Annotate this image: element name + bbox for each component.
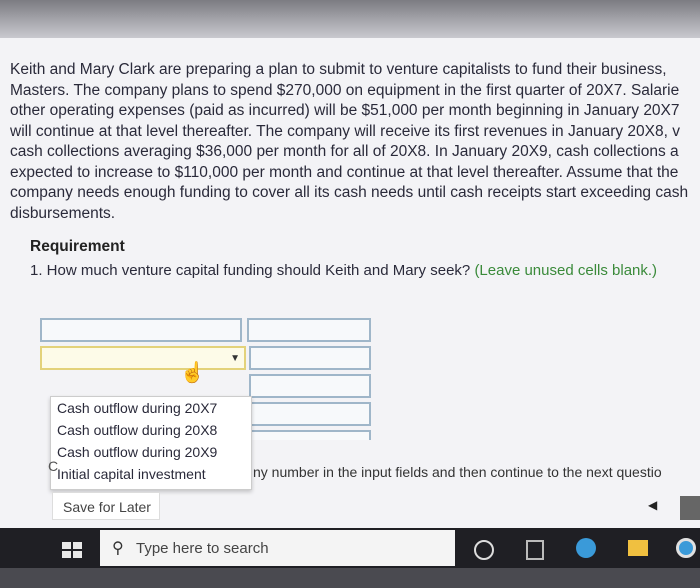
problem-line: other operating expenses (paid as incurr… [10,102,680,119]
dropdown-option[interactable]: Initial capital investment [51,463,251,485]
instruction-text: ny number in the input fields and then c… [253,464,662,480]
partial-letter: C [48,458,59,474]
next-button[interactable] [680,496,700,520]
problem-line: disbursements. [10,204,116,222]
edge-browser-icon[interactable] [576,538,596,558]
search-icon: ⚲ [112,540,124,557]
cortana-icon[interactable] [474,540,494,560]
dropdown-option[interactable]: Cash outflow during 20X7 [51,397,251,419]
requirement-question: 1. How much venture capital funding shou… [30,262,657,279]
problem-line: expected to increase to $110,000 per mon… [10,163,679,181]
row3-amount-input[interactable] [249,402,371,426]
row2-amount-input[interactable] [249,374,371,398]
save-for-later-button[interactable]: Save for Later [52,492,160,520]
question-hint: (Leave unused cells blank.) [474,262,658,279]
problem-line: Masters. The company plans to spend $270… [10,81,680,99]
chevron-down-icon[interactable]: ▼ [230,353,240,364]
window-top-edge [0,0,700,38]
hand-cursor-icon: ☝ [180,362,205,384]
task-view-icon[interactable] [526,540,544,560]
row-label-select[interactable]: ▼ [40,346,246,370]
file-explorer-icon[interactable] [628,540,648,556]
requirement-title: Requirement [30,238,125,255]
problem-line: company needs enough funding to cover al… [10,184,689,201]
dropdown-option[interactable]: Cash outflow during 20X8 [51,419,251,441]
dropdown-menu[interactable]: Cash outflow during 20X7 Cash outflow du… [50,396,252,490]
taskbar-search-box[interactable]: ⚲ Type here to search [100,530,455,566]
problem-line: Keith and Mary Clark are preparing a pla… [10,61,667,78]
row4-amount-input[interactable] [249,430,371,440]
problem-line: cash collections averaging $36,000 per m… [10,143,679,160]
header-label-input[interactable] [40,318,242,342]
search-placeholder: Type here to search [136,540,269,557]
header-value-input[interactable] [247,318,371,342]
prev-arrow-icon[interactable]: ◀ [648,498,657,512]
row1-amount-input[interactable] [249,346,371,370]
monitor-bezel [0,568,700,588]
windows-start-icon[interactable] [62,542,82,558]
question-text: 1. How much venture capital funding shou… [30,262,471,279]
chrome-icon[interactable] [676,538,696,558]
problem-text: Keith and Mary Clark are preparing a pla… [10,60,700,224]
dropdown-option[interactable]: Cash outflow during 20X9 [51,441,251,463]
problem-line: will continue at that level thereafter. … [10,122,680,140]
